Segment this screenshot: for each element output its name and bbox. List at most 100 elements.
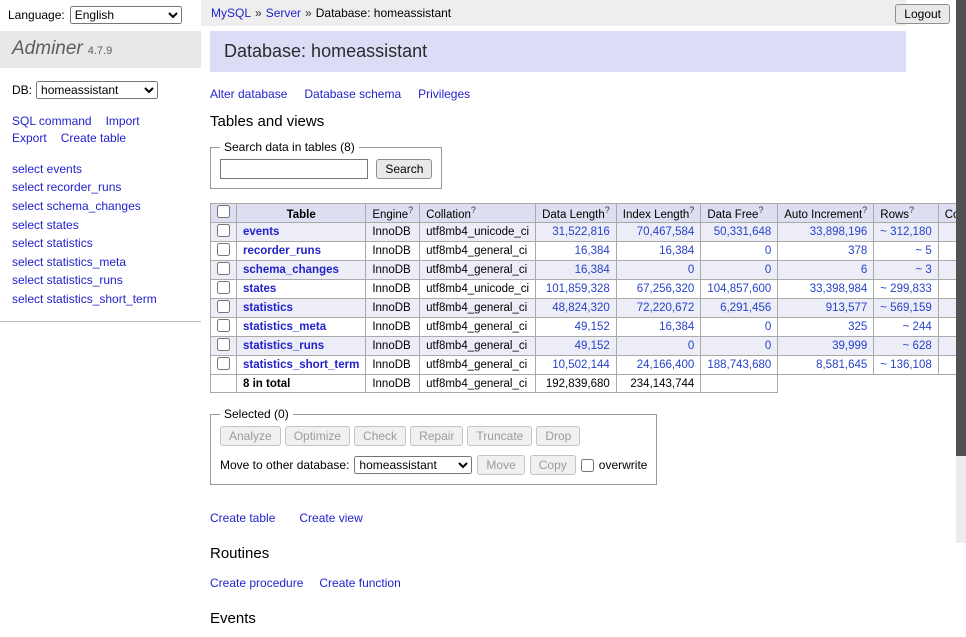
auto-increment-cell: 39,999 xyxy=(778,337,874,356)
rows-count-link[interactable]: ~ 628 xyxy=(874,337,938,356)
scrollbar-thumb[interactable] xyxy=(956,0,966,456)
row-checkbox[interactable] xyxy=(217,300,230,313)
total-filler-cell xyxy=(778,375,966,393)
column-header-label: Collation xyxy=(426,209,471,221)
column-help-link[interactable]: ? xyxy=(758,205,763,215)
column-help-link[interactable]: ? xyxy=(862,205,867,215)
column-help-link[interactable]: ? xyxy=(471,205,476,215)
database-action-link[interactable]: Alter database xyxy=(210,87,287,101)
table-name-cell: statistics_runs xyxy=(237,337,366,356)
bulk-action-button[interactable]: Optimize xyxy=(285,426,350,446)
table-name-link[interactable]: schema_changes xyxy=(243,264,339,276)
index-length-cell: 0 xyxy=(616,261,701,280)
logout-button[interactable]: Logout xyxy=(895,4,950,24)
table-row: statistics_meta InnoDB utf8mb4_general_c… xyxy=(211,318,966,337)
row-checkbox[interactable] xyxy=(217,262,230,275)
column-help-link[interactable]: ? xyxy=(909,205,914,215)
bulk-action-button[interactable]: Analyze xyxy=(220,426,281,446)
data-length-cell: 16,384 xyxy=(536,242,617,261)
column-help-link[interactable]: ? xyxy=(408,205,413,215)
sidebar-select-table-link[interactable]: select statistics xyxy=(12,234,189,253)
row-checkbox[interactable] xyxy=(217,357,230,370)
table-name-link[interactable]: statistics_meta xyxy=(243,321,326,333)
collation-cell: utf8mb4_general_ci xyxy=(420,337,536,356)
sidebar-select-table-link[interactable]: select schema_changes xyxy=(12,197,189,216)
breadcrumb-server-link[interactable]: Server xyxy=(266,6,301,20)
move-button[interactable]: Move xyxy=(477,455,524,475)
sidebar-export-link[interactable]: Export xyxy=(12,131,47,145)
table-name-cell: events xyxy=(237,223,366,242)
rows-count-link[interactable]: ~ 136,108 xyxy=(874,356,938,375)
rows-count-link[interactable]: ~ 244 xyxy=(874,318,938,337)
table-name-link[interactable]: states xyxy=(243,283,276,295)
move-label: Move to other database: xyxy=(220,458,349,472)
data-free-cell: 0 xyxy=(701,261,778,280)
row-checkbox[interactable] xyxy=(217,243,230,256)
bulk-action-button[interactable]: Truncate xyxy=(467,426,532,446)
sidebar-select-table-link[interactable]: select events xyxy=(12,160,189,179)
bulk-action-button[interactable]: Drop xyxy=(536,426,580,446)
rows-count-link[interactable]: ~ 299,833 xyxy=(874,280,938,299)
rows-count-link[interactable]: ~ 569,159 xyxy=(874,299,938,318)
sidebar-select-table-link[interactable]: select recorder_runs xyxy=(12,178,189,197)
row-checkbox[interactable] xyxy=(217,338,230,351)
database-action-links: Alter database Database schema Privileges xyxy=(210,87,906,101)
create-link[interactable]: Create view xyxy=(299,511,362,525)
sidebar-select-table-link[interactable]: select statistics_short_term xyxy=(12,290,189,309)
auto-increment-cell: 325 xyxy=(778,318,874,337)
move-db-select[interactable]: homeassistant xyxy=(354,456,472,474)
tables-body: events InnoDB utf8mb4_unicode_ci 31,522,… xyxy=(211,223,966,375)
rows-count-link[interactable]: ~ 312,180 xyxy=(874,223,938,242)
sidebar-select-table-link[interactable]: select statistics_meta xyxy=(12,253,189,272)
table-name-link[interactable]: events xyxy=(243,226,279,238)
table-name-link[interactable]: statistics_short_term xyxy=(243,359,359,371)
row-checkbox[interactable] xyxy=(217,224,230,237)
row-checkbox[interactable] xyxy=(217,281,230,294)
data-free-cell: 104,857,600 xyxy=(701,280,778,299)
routine-create-link[interactable]: Create function xyxy=(319,576,400,590)
search-input[interactable] xyxy=(220,159,368,179)
rows-count-link[interactable]: ~ 3 xyxy=(874,261,938,280)
bulk-action-button[interactable]: Check xyxy=(354,426,406,446)
search-legend: Search data in tables (8) xyxy=(220,140,359,154)
sidebar-select-table-link[interactable]: select statistics_runs xyxy=(12,271,189,290)
create-link[interactable]: Create table xyxy=(210,511,275,525)
bulk-action-button[interactable]: Repair xyxy=(410,426,463,446)
data-length-cell: 10,502,144 xyxy=(536,356,617,375)
index-length-cell: 72,220,672 xyxy=(616,299,701,318)
routine-create-link[interactable]: Create procedure xyxy=(210,576,303,590)
search-button[interactable]: Search xyxy=(376,159,432,179)
copy-button[interactable]: Copy xyxy=(530,455,576,475)
table-name-link[interactable]: recorder_runs xyxy=(243,245,321,257)
sidebar-select-table-link[interactable]: select states xyxy=(12,216,189,235)
overwrite-label: overwrite xyxy=(599,458,648,472)
collation-cell: utf8mb4_general_ci xyxy=(420,242,536,261)
overwrite-checkbox[interactable] xyxy=(581,459,594,472)
sidebar-import-link[interactable]: Import xyxy=(106,114,140,128)
database-action-link[interactable]: Privileges xyxy=(418,87,470,101)
rows-count-link[interactable]: ~ 5 xyxy=(874,242,938,261)
sidebar-create-table-link[interactable]: Create table xyxy=(61,131,126,145)
table-name-link[interactable]: statistics_runs xyxy=(243,340,324,352)
column-header-label: Table xyxy=(287,209,316,221)
events-heading: Events xyxy=(210,610,906,627)
vertical-scrollbar[interactable] xyxy=(956,0,966,543)
engine-cell: InnoDB xyxy=(366,223,420,242)
collation-cell: utf8mb4_general_ci xyxy=(420,318,536,337)
total-engine-cell: InnoDB xyxy=(366,375,420,393)
table-row: statistics_runs InnoDB utf8mb4_general_c… xyxy=(211,337,966,356)
column-help-link[interactable]: ? xyxy=(689,205,694,215)
db-select[interactable]: homeassistant xyxy=(36,81,158,99)
database-action-link[interactable]: Database schema xyxy=(304,87,401,101)
table-name-link[interactable]: statistics xyxy=(243,302,293,314)
column-help-link[interactable]: ? xyxy=(605,205,610,215)
breadcrumb-separator: » xyxy=(255,6,262,20)
row-checkbox-cell xyxy=(211,356,237,375)
table-row: statistics InnoDB utf8mb4_general_ci 48,… xyxy=(211,299,966,318)
language-select[interactable]: English xyxy=(70,6,182,24)
select-all-checkbox[interactable] xyxy=(217,205,230,218)
column-header: Data Free? xyxy=(701,204,778,223)
row-checkbox[interactable] xyxy=(217,319,230,332)
breadcrumb-mysql-link[interactable]: MySQL xyxy=(211,6,251,20)
sidebar-sql-command-link[interactable]: SQL command xyxy=(12,114,92,128)
